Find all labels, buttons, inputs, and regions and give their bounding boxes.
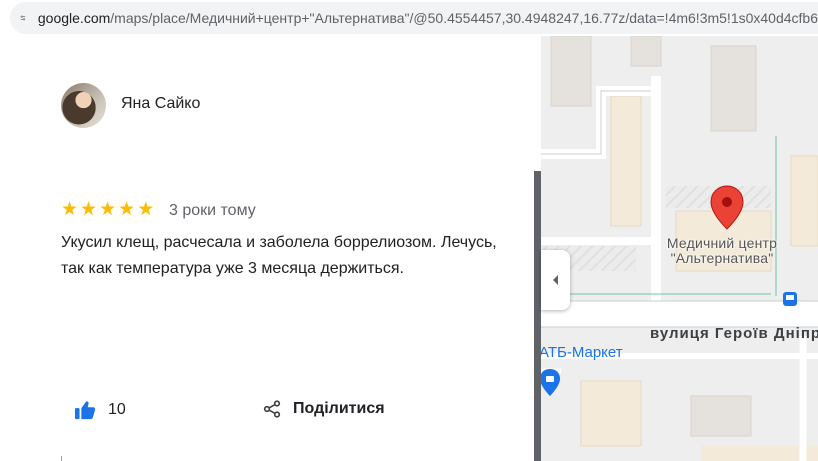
like-count: 10 [108, 401, 126, 418]
like-button[interactable]: 10 [74, 400, 126, 420]
star-icon: ★ [99, 199, 117, 220]
chevron-left-icon [552, 275, 558, 285]
share-button[interactable]: Поділитися [263, 400, 385, 418]
collapse-panel-button[interactable] [541, 250, 570, 310]
site-info-icon[interactable] [20, 10, 26, 26]
review-author[interactable]: Яна Сайко [121, 95, 200, 113]
divider [61, 456, 62, 461]
url-path: /maps/place/Медичний+центр+"Альтернатива… [110, 10, 818, 26]
thumbs-up-icon [75, 401, 96, 420]
share-icon [263, 400, 281, 418]
place-label-line1: Медичний центр [666, 235, 778, 251]
star-icon: ★ [137, 199, 155, 220]
star-icon: ★ [61, 199, 79, 220]
scrollbar[interactable] [534, 171, 541, 461]
share-label: Поділитися [293, 400, 385, 417]
star-icon: ★ [118, 199, 136, 220]
star-rating: ★ ★ ★ ★ ★ [61, 200, 154, 220]
star-icon: ★ [80, 199, 98, 220]
map-view[interactable]: Медичний центр "Альтернатива" вулиця Гер… [541, 36, 818, 461]
review-date: 3 роки тому [169, 202, 256, 219]
address-bar[interactable]: google.com/maps/place/Медичний+центр+"Ал… [10, 2, 818, 34]
url-host: google.com [37, 10, 111, 26]
url-text: google.com/maps/place/Медичний+центр+"Ал… [38, 10, 818, 26]
place-label[interactable]: Медичний центр "Альтернатива" [647, 236, 797, 266]
place-label-line2: "Альтернатива" [670, 250, 774, 266]
review-panel: Яна Сайко ★ ★ ★ ★ ★ 3 роки тому Укусил к… [0, 36, 534, 461]
avatar[interactable] [61, 83, 106, 128]
poi-label[interactable]: АТБ-Маркет [541, 344, 623, 361]
review-text: Укусил клещ, расчесала и заболела боррел… [61, 234, 497, 277]
street-label: вулиця Героїв Дніпра [650, 325, 818, 342]
